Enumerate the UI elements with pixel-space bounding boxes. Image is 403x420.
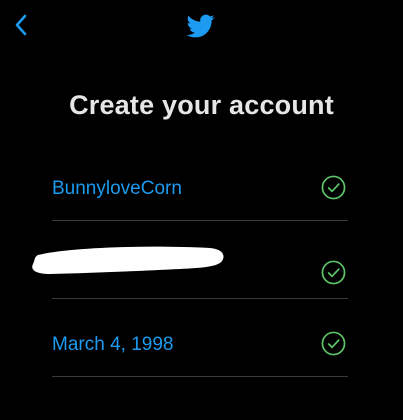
redaction-scribble (32, 246, 224, 274)
birthdate-field[interactable]: March 4, 1998 (52, 320, 348, 377)
check-circle-icon (321, 175, 346, 200)
page-title: Create your account (69, 90, 334, 120)
birthdate-field-value: March 4, 1998 (52, 334, 174, 355)
contact-field[interactable] (32, 242, 348, 299)
chevron-left-icon (15, 14, 27, 36)
twitter-bird-icon (186, 14, 215, 38)
check-circle-icon (321, 331, 346, 356)
back-button[interactable] (8, 10, 34, 40)
check-circle-icon (321, 260, 346, 285)
name-field-value: BunnyloveCorn (52, 178, 182, 199)
name-field[interactable]: BunnyloveCorn (52, 164, 348, 221)
